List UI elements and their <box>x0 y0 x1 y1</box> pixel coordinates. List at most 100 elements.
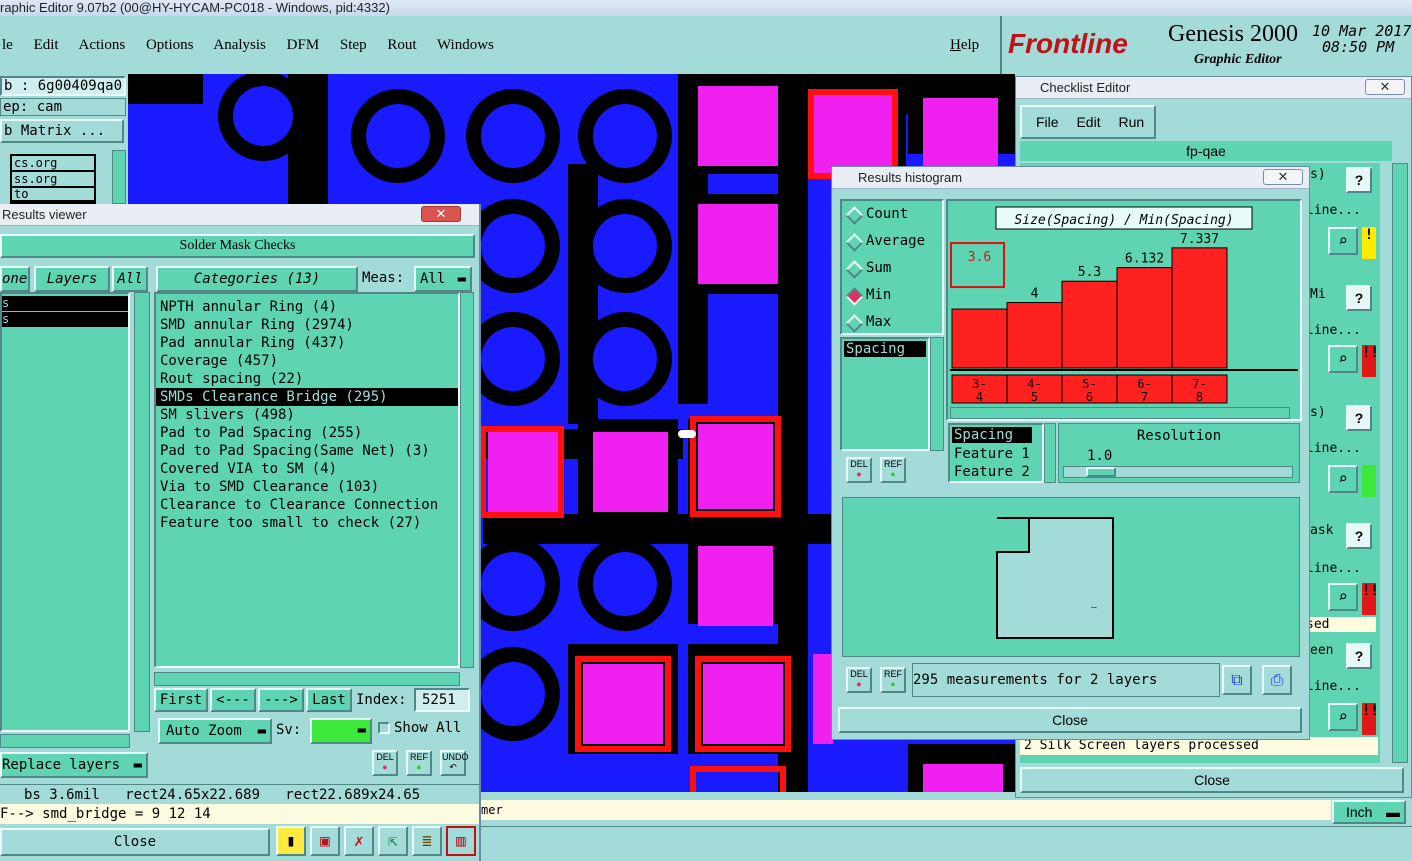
sv-color-select[interactable]: ▬ <box>310 718 372 744</box>
close-icon[interactable]: ✕ <box>1365 79 1405 95</box>
category-item[interactable]: SMD annular Ring (2974) <box>156 316 458 334</box>
help-question-icon[interactable]: ? <box>1346 285 1372 311</box>
mode-sum[interactable]: Sum <box>842 255 942 282</box>
histogram-bar[interactable] <box>1116 267 1173 369</box>
category-item[interactable]: Clearance to Clearance Connection <box>156 496 458 514</box>
ref-button[interactable]: REF ● <box>880 457 906 483</box>
del-button[interactable]: DEL ● <box>846 667 872 693</box>
undo-button[interactable]: UNDO ↶ <box>440 750 469 776</box>
delete-results-icon[interactable]: ✗ <box>344 826 374 856</box>
prev-button[interactable]: <--- <box>210 688 256 712</box>
print-histogram-icon[interactable]: ⎙ <box>1262 665 1292 695</box>
menu-dfm[interactable]: DFM <box>287 37 320 53</box>
report-icon[interactable]: ▣ <box>310 826 340 856</box>
feature-item[interactable]: Feature 1 <box>950 445 1042 463</box>
help-question-icon[interactable]: ? <box>1346 167 1372 193</box>
attribute-scrollbar[interactable] <box>930 337 944 451</box>
layer-item[interactable]: ss.org <box>12 172 94 186</box>
replace-layers-select[interactable]: Replace layers ▬ <box>0 752 148 778</box>
export-icon[interactable]: ⇱ <box>378 826 408 856</box>
menu-step[interactable]: Step <box>340 37 367 53</box>
menu-edit[interactable]: Edit <box>34 37 59 53</box>
histogram-icon[interactable]: ▥ <box>446 826 476 856</box>
tab-all[interactable]: All <box>112 266 148 292</box>
menu-help[interactable]: Help <box>950 30 979 60</box>
index-input[interactable]: 5251 <box>414 688 470 712</box>
highlight-icon[interactable]: ▮ <box>276 826 306 856</box>
category-item[interactable]: Feature too small to check (27) <box>156 514 458 532</box>
menu-rout[interactable]: Rout <box>387 37 416 53</box>
zoom-icon[interactable]: ⌕ <box>1328 227 1358 255</box>
auto-zoom-select[interactable]: Auto Zoom ▬ <box>158 718 272 744</box>
chart-hscroll[interactable] <box>950 407 1290 419</box>
mode-count[interactable]: Count <box>842 201 942 228</box>
menu-file[interactable]: File <box>1036 114 1059 130</box>
feature-item[interactable]: Feature 2 <box>950 463 1042 481</box>
menu-windows[interactable]: Windows <box>437 37 494 53</box>
next-button[interactable]: ---> <box>258 688 304 712</box>
category-item[interactable]: Covered VIA to SM (4) <box>156 460 458 478</box>
mode-max[interactable]: Max <box>842 309 942 336</box>
ref-button[interactable]: REF ● <box>406 750 432 776</box>
category-item[interactable]: Coverage (457) <box>156 352 458 370</box>
matrix-button[interactable]: b Matrix ... <box>0 119 124 143</box>
category-item[interactable]: Via to SMD Clearance (103) <box>156 478 458 496</box>
layer-result-row[interactable]: s <box>2 296 128 311</box>
unit-select[interactable]: Inch ▬ <box>1332 800 1406 824</box>
menu-options[interactable]: Options <box>146 37 194 53</box>
first-button[interactable]: First <box>154 688 208 712</box>
layer-item[interactable]: cs.org <box>12 156 94 170</box>
histogram-bar[interactable] <box>951 308 1008 369</box>
close-button[interactable]: Close <box>0 828 270 856</box>
zoom-icon[interactable]: ⌕ <box>1328 345 1358 373</box>
zoom-icon[interactable]: ⌕ <box>1328 703 1358 731</box>
help-question-icon[interactable]: ? <box>1346 523 1372 549</box>
category-item[interactable]: Pad annular Ring (437) <box>156 334 458 352</box>
tab-categories[interactable]: Categories (13) <box>156 266 358 292</box>
checklist-close-button[interactable]: Close <box>1020 767 1404 793</box>
layer-list-hscroll[interactable] <box>0 734 130 748</box>
histogram-bar[interactable] <box>1061 280 1118 369</box>
category-item[interactable]: NPTH annular Ring (4) <box>156 298 458 316</box>
layer-results-list[interactable]: s s <box>0 292 130 732</box>
checklist-scrollbar[interactable] <box>1392 163 1408 763</box>
category-item[interactable]: SM slivers (498) <box>156 406 458 424</box>
categories-hscroll[interactable] <box>154 672 460 686</box>
categories-list[interactable]: NPTH annular Ring (4) SMD annular Ring (… <box>154 292 460 668</box>
zoom-icon[interactable]: ⌕ <box>1328 465 1358 493</box>
mode-min[interactable]: Min <box>842 282 942 309</box>
left-scrollbar[interactable] <box>112 150 126 204</box>
attribute-list[interactable]: Spacing <box>840 337 930 451</box>
help-question-icon[interactable]: ? <box>1346 643 1372 669</box>
feature-scrollbar[interactable] <box>1044 423 1056 483</box>
slider-handle[interactable] <box>1086 467 1116 477</box>
category-item[interactable]: Pad to Pad Spacing (255) <box>156 424 458 442</box>
close-icon[interactable]: ✕ <box>1263 169 1303 185</box>
last-button[interactable]: Last <box>306 688 352 712</box>
category-item[interactable]: Rout spacing (22) <box>156 370 458 388</box>
del-button[interactable]: DEL ● <box>372 750 398 776</box>
layer-list-scrollbar[interactable] <box>134 292 150 732</box>
layer-result-row[interactable]: s <box>2 312 128 327</box>
zoom-icon[interactable]: ⌕ <box>1328 583 1358 611</box>
tab-layers[interactable]: Layers <box>34 266 110 292</box>
notes-icon[interactable]: ≣ <box>412 826 442 856</box>
tab-none[interactable]: one <box>0 266 30 292</box>
ref-button[interactable]: REF ● <box>880 667 906 693</box>
attribute-item-selected[interactable]: Spacing <box>844 341 926 357</box>
del-button[interactable]: DEL ● <box>846 457 872 483</box>
menu-analysis[interactable]: Analysis <box>213 37 266 53</box>
feature-item-selected[interactable]: Spacing <box>952 427 1032 443</box>
export-histogram-icon[interactable]: ⧉ <box>1222 665 1252 695</box>
menu-run[interactable]: Run <box>1118 114 1144 130</box>
show-all-checkbox[interactable] <box>378 722 390 734</box>
feature-list[interactable]: Spacing Feature 1 Feature 2 <box>948 423 1044 483</box>
categories-scrollbar[interactable] <box>460 292 474 668</box>
menu-file[interactable]: le <box>2 37 13 53</box>
histogram-close-button[interactable]: Close <box>838 707 1302 733</box>
meas-select[interactable]: All ▬ <box>414 266 472 292</box>
histogram-bar[interactable] <box>1171 247 1228 369</box>
menu-edit[interactable]: Edit <box>1076 114 1100 130</box>
category-item[interactable]: Pad to Pad Spacing(Same Net) (3) <box>156 442 458 460</box>
close-icon[interactable]: ✕ <box>421 206 461 222</box>
